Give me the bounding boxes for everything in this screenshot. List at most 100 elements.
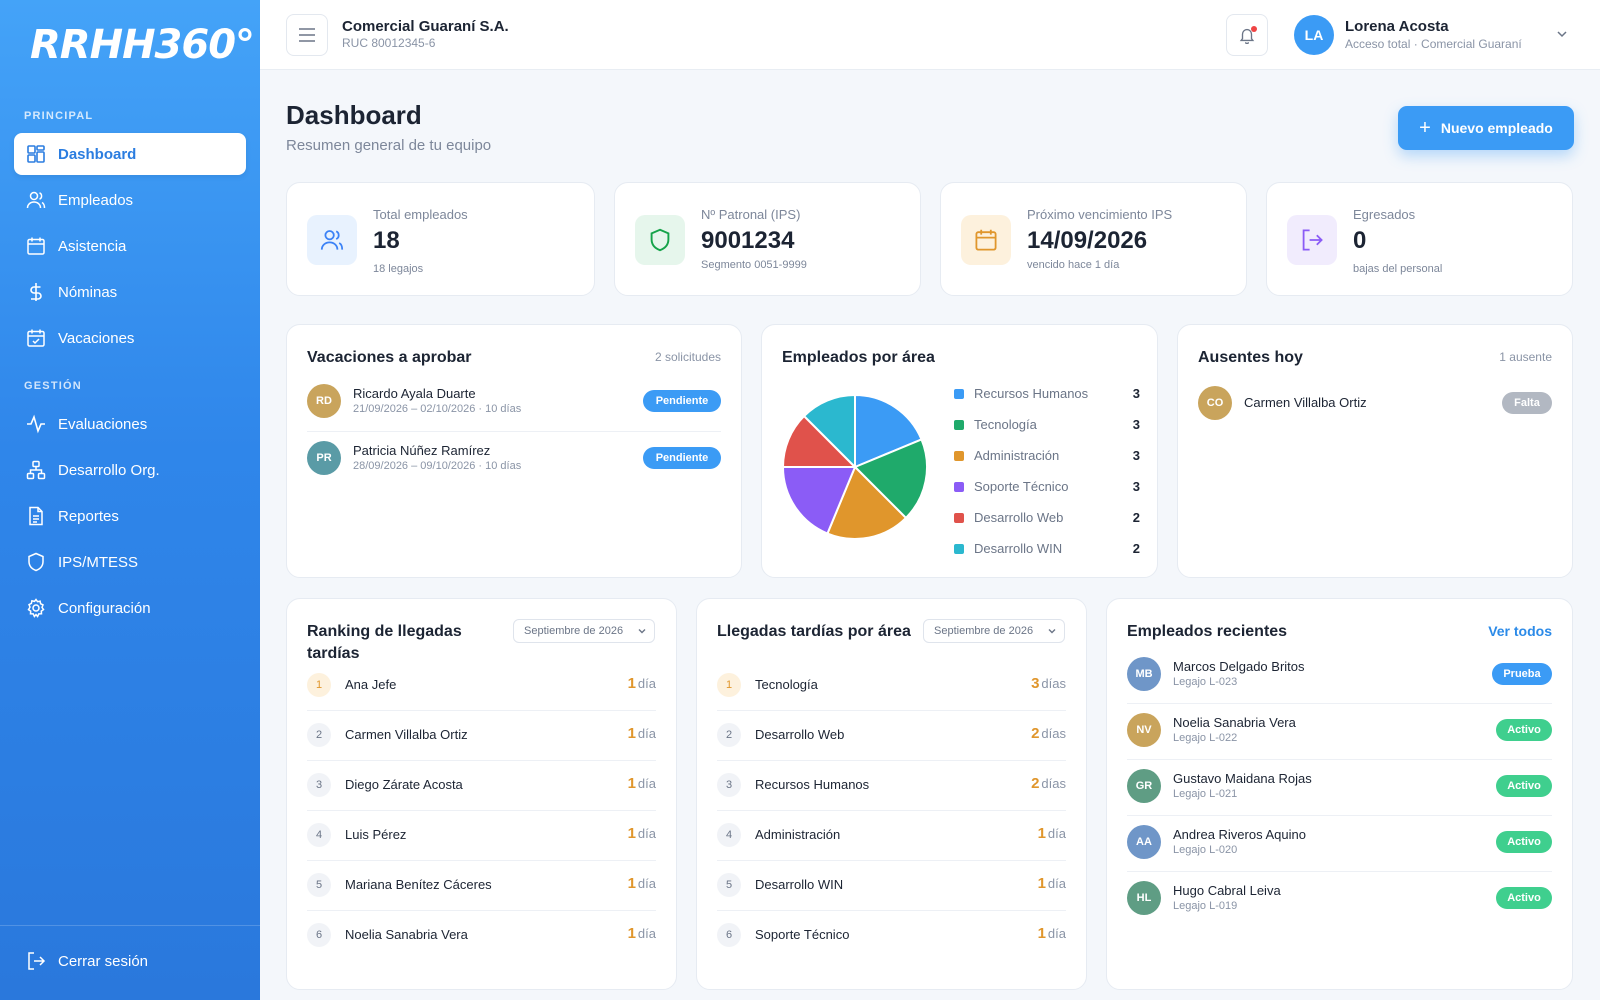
sidebar-item-ips-mtess[interactable]: IPS/MTESS xyxy=(14,541,246,583)
employee-name[interactable]: Marcos Delgado Britos xyxy=(1173,659,1305,674)
list-item[interactable]: 2 Carmen Villalba Ortiz 1 día xyxy=(307,723,656,773)
status-badge[interactable]: Prueba xyxy=(1492,663,1552,685)
person-dates: 28/09/2026 – 09/10/2026 · 10 días xyxy=(353,460,522,472)
areas-pie-chart xyxy=(781,393,928,540)
legend-item[interactable]: Desarrollo Web 2 xyxy=(954,508,1140,528)
employee-name[interactable]: Gustavo Maidana Rojas xyxy=(1173,771,1312,786)
user-name[interactable]: Lorena Acosta xyxy=(1345,18,1449,35)
list-item[interactable]: 5 Mariana Benítez Cáceres 1 día xyxy=(307,873,656,923)
rank-count-unit: día xyxy=(1047,876,1066,891)
list-item[interactable]: 5 Desarrollo WIN 1 día xyxy=(717,873,1066,923)
legend-item[interactable]: Soporte Técnico 3 xyxy=(954,477,1140,497)
card-title: Empleados recientes xyxy=(1127,623,1288,640)
legend-item[interactable]: Administración 3 xyxy=(954,446,1140,466)
employee-name[interactable]: Noelia Sanabria Vera xyxy=(1173,715,1296,730)
person-name: Ricardo Ayala Duarte xyxy=(353,386,476,401)
gear-icon xyxy=(26,598,46,618)
legend-item[interactable]: Recursos Humanos 3 xyxy=(954,384,1140,404)
ver-todos-link[interactable]: Ver todos xyxy=(1488,623,1552,639)
sidebar-item-label: Reportes xyxy=(58,507,119,525)
vacaciones-card: Vacaciones a aprobar 2 solicitudes RD Ri… xyxy=(286,324,742,578)
list-item[interactable]: 1 Tecnología 3 días xyxy=(717,673,1066,723)
sidebar-item-dashboard[interactable]: Dashboard xyxy=(14,133,246,175)
notifications-button[interactable] xyxy=(1226,14,1268,56)
sidebar-item-evaluaciones[interactable]: Evaluaciones xyxy=(14,403,246,445)
sidebar-item-nominas[interactable]: Nóminas xyxy=(14,271,246,313)
row-divider xyxy=(717,910,1066,911)
plus-icon: + xyxy=(1419,116,1431,139)
rank-name: Administración xyxy=(755,827,841,842)
status-badge[interactable]: Activo xyxy=(1496,831,1552,853)
rank-count: 1 día xyxy=(576,925,656,942)
rank-count-value: 1 xyxy=(627,875,636,892)
list-item[interactable]: 3 Diego Zárate Acosta 1 día xyxy=(307,773,656,823)
employee-legajo: Legajo L-019 xyxy=(1173,900,1238,912)
row-divider xyxy=(717,860,1066,861)
sidebar-item-desarrollo-org[interactable]: Desarrollo Org. xyxy=(14,449,246,491)
status-badge[interactable]: Pendiente xyxy=(643,447,721,469)
rank-count-unit: días xyxy=(1041,776,1066,791)
card-title: Ranking de llegadas tardías xyxy=(307,623,462,662)
rank-count-value: 1 xyxy=(1037,925,1046,942)
row-divider xyxy=(717,760,1066,761)
employee-name[interactable]: Andrea Riveros Aquino xyxy=(1173,827,1306,842)
sidebar-item-reportes[interactable]: Reportes xyxy=(14,495,246,537)
status-badge[interactable]: Activo xyxy=(1496,719,1552,741)
stat-label: Egresados xyxy=(1353,207,1416,222)
user-avatar[interactable]: LA xyxy=(1294,15,1334,55)
avatar: NV xyxy=(1127,713,1161,747)
stat-value: 9001234 xyxy=(701,227,795,254)
sidebar-item-asistencia[interactable]: Asistencia xyxy=(14,225,246,267)
status-badge[interactable]: Pendiente xyxy=(643,390,721,412)
new-employee-button[interactable]: + Nuevo empleado xyxy=(1398,106,1574,150)
legend-value: 3 xyxy=(1132,386,1140,401)
logout-icon xyxy=(26,951,46,971)
rank-number: 4 xyxy=(717,823,741,847)
avatar: HL xyxy=(1127,881,1161,915)
logout-button[interactable]: Cerrar sesión xyxy=(14,940,246,982)
legend-item[interactable]: Tecnología 3 xyxy=(954,415,1140,435)
stat-card-vencimiento-ips: Próximo vencimiento IPS 14/09/2026 venci… xyxy=(940,182,1247,296)
stat-card-total-empleados: Total empleados 18 18 legajos xyxy=(286,182,595,296)
rank-name: Desarrollo WIN xyxy=(755,877,844,892)
list-item[interactable]: 4 Administración 1 día xyxy=(717,823,1066,873)
stat-label: Nº Patronal (IPS) xyxy=(701,207,801,222)
page-title: Dashboard xyxy=(286,100,422,130)
period-select[interactable]: Septiembre de 2026 xyxy=(923,619,1065,643)
employee-name[interactable]: Hugo Cabral Leiva xyxy=(1173,883,1281,898)
section-label-principal: PRINCIPAL xyxy=(24,110,94,122)
sidebar-item-empleados[interactable]: Empleados xyxy=(14,179,246,221)
avatar: PR xyxy=(307,441,341,475)
section-label-gestion: GESTIÓN xyxy=(24,380,82,392)
notification-dot xyxy=(1251,26,1257,32)
status-badge[interactable]: Activo xyxy=(1496,887,1552,909)
chevron-down-icon[interactable] xyxy=(1554,26,1570,42)
list-item[interactable]: 3 Recursos Humanos 2 días xyxy=(717,773,1066,823)
sidebar-item-configuracion[interactable]: Configuración xyxy=(14,587,246,629)
list-item[interactable]: 6 Noelia Sanabria Vera 1 día xyxy=(307,923,656,973)
sidebar-item-vacaciones[interactable]: Vacaciones xyxy=(14,317,246,359)
calendar-check-icon xyxy=(26,328,46,348)
stat-sub: Segmento 0051-9999 xyxy=(701,259,807,271)
rank-count: 1 día xyxy=(576,725,656,742)
app-logo[interactable]: RRHH360° xyxy=(30,22,255,68)
rank-count: 1 día xyxy=(986,825,1066,842)
status-badge[interactable]: Activo xyxy=(1496,775,1552,797)
activity-icon xyxy=(26,414,46,434)
menu-toggle-button[interactable] xyxy=(286,14,328,56)
rank-count: 2 días xyxy=(986,725,1066,742)
list-item[interactable]: 4 Luis Pérez 1 día xyxy=(307,823,656,873)
list-item[interactable]: 1 Ana Jefe 1 día xyxy=(307,673,656,723)
new-employee-label: Nuevo empleado xyxy=(1440,120,1553,136)
legend-label: Tecnología xyxy=(974,417,1037,432)
period-select[interactable]: Septiembre de 2026 xyxy=(513,619,655,643)
list-item[interactable]: 2 Desarrollo Web 2 días xyxy=(717,723,1066,773)
rank-name: Mariana Benítez Cáceres xyxy=(345,877,492,892)
status-badge[interactable]: Falta xyxy=(1502,392,1552,414)
rank-count-value: 1 xyxy=(627,775,636,792)
list-item[interactable]: 6 Soporte Técnico 1 día xyxy=(717,923,1066,973)
card-meta: 2 solicitudes xyxy=(654,350,721,364)
legend-item[interactable]: Desarrollo WIN 2 xyxy=(954,539,1140,559)
person-name: Patricia Núñez Ramírez xyxy=(353,443,491,458)
rank-name: Desarrollo Web xyxy=(755,727,845,742)
